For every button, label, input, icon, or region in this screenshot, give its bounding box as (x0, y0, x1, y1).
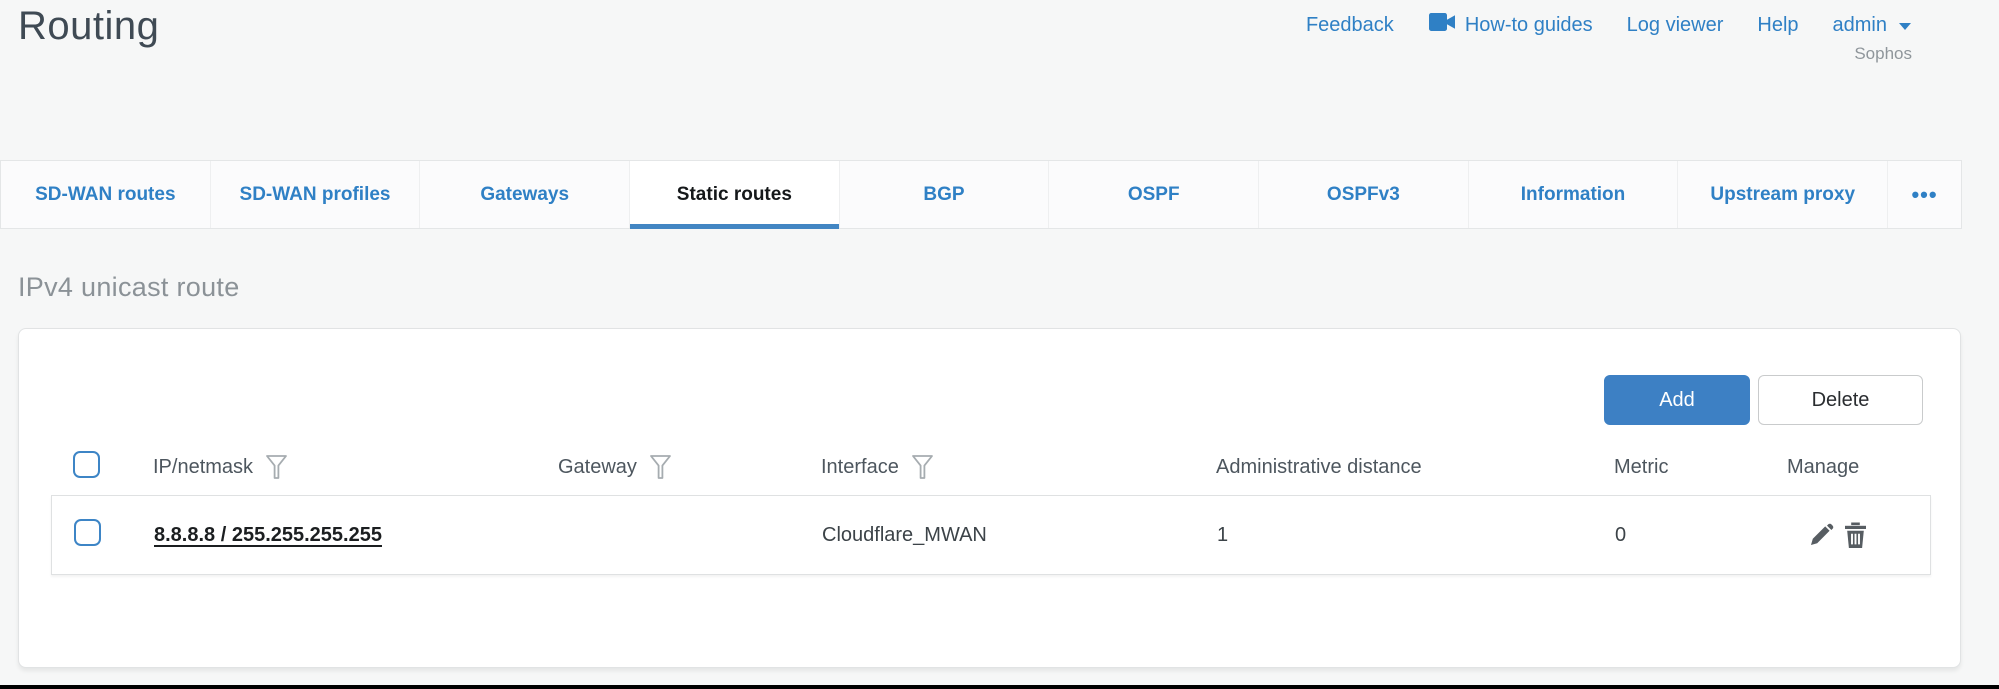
static-routes-card: Add Delete IP/netmask Gateway (18, 328, 1961, 668)
help-link[interactable]: Help (1757, 14, 1798, 37)
tab-information[interactable]: Information (1469, 161, 1679, 228)
tab-overflow-menu[interactable]: ••• (1888, 161, 1961, 228)
feedback-link[interactable]: Feedback (1306, 14, 1394, 37)
column-metric: Metric (1614, 456, 1668, 479)
pencil-icon[interactable] (1808, 522, 1834, 548)
brand-label: Sophos (1854, 44, 1912, 64)
video-camera-icon (1428, 12, 1456, 38)
page-header: Routing Feedback How-to guides Log viewe… (0, 0, 1962, 160)
column-ip-netmask: IP/netmask (153, 456, 253, 479)
tab-sd-wan-routes[interactable]: SD-WAN routes (1, 161, 211, 228)
delete-button[interactable]: Delete (1758, 375, 1923, 425)
chevron-down-icon (1898, 14, 1912, 37)
funnel-icon[interactable] (649, 454, 672, 480)
trash-icon[interactable] (1843, 522, 1868, 549)
tab-bgp[interactable]: BGP (840, 161, 1050, 228)
select-all-checkbox[interactable] (73, 451, 100, 478)
tab-sd-wan-profiles[interactable]: SD-WAN profiles (211, 161, 421, 228)
tab-ospfv3[interactable]: OSPFv3 (1259, 161, 1469, 228)
header-links: Feedback How-to guides Log viewer Help a… (1306, 12, 1912, 38)
page-title: Routing (18, 4, 159, 49)
column-manage: Manage (1787, 456, 1859, 479)
admin-menu[interactable]: admin (1833, 14, 1912, 37)
routing-tabbar: SD-WAN routes SD-WAN profiles Gateways S… (0, 160, 1962, 229)
row-metric-value: 0 (1615, 524, 1788, 547)
funnel-icon[interactable] (911, 454, 934, 480)
column-interface: Interface (821, 456, 899, 479)
table-header: IP/netmask Gateway Interface (51, 445, 1931, 489)
route-ip-netmask-link[interactable]: 8.8.8.8 / 255.255.255.255 (154, 524, 382, 546)
tab-gateways[interactable]: Gateways (420, 161, 630, 228)
add-button[interactable]: Add (1604, 375, 1750, 425)
column-gateway: Gateway (558, 456, 637, 479)
tab-static-routes[interactable]: Static routes (630, 161, 840, 228)
section-title: IPv4 unicast route (18, 272, 1962, 303)
window-bottom-edge (0, 685, 1999, 689)
log-viewer-link[interactable]: Log viewer (1627, 14, 1724, 37)
howto-guides-link[interactable]: How-to guides (1428, 12, 1593, 38)
tab-upstream-proxy[interactable]: Upstream proxy (1678, 161, 1888, 228)
row-checkbox[interactable] (74, 519, 101, 546)
column-administrative-distance: Administrative distance (1216, 456, 1422, 479)
row-interface-value: Cloudflare_MWAN (822, 524, 1217, 547)
table-row: 8.8.8.8 / 255.255.255.255 Cloudflare_MWA… (51, 495, 1931, 575)
tab-ospf[interactable]: OSPF (1049, 161, 1259, 228)
funnel-icon[interactable] (265, 454, 288, 480)
row-administrative-distance-value: 1 (1217, 524, 1615, 547)
table-toolbar: Add Delete (19, 329, 1960, 425)
